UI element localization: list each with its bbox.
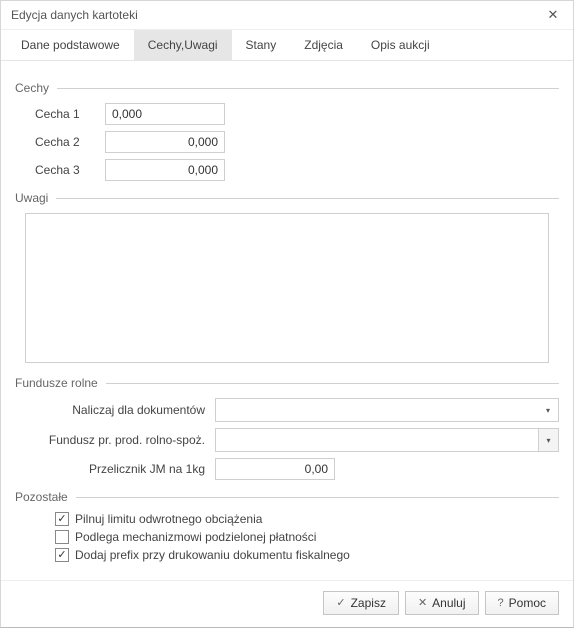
naliczaj-select-wrap: ▾ — [215, 398, 559, 422]
dialog-window: Edycja danych kartoteki ✕ Dane podstawow… — [0, 0, 574, 628]
check-row-1: ✓ Pilnuj limitu odwrotnego obciążenia — [15, 512, 559, 526]
tab-content: Cechy Cecha 1 Cecha 2 Cecha 3 — [1, 61, 573, 580]
fundusz-row: Fundusz pr. prod. rolno-spoż. ▾ — [15, 428, 559, 452]
divider — [76, 497, 559, 498]
divider — [57, 88, 559, 89]
fundusz-label: Fundusz pr. prod. rolno-spoż. — [15, 433, 215, 447]
naliczaj-label: Naliczaj dla dokumentów — [15, 403, 215, 417]
check-icon: ✓ — [336, 598, 345, 609]
check-row-3: ✓ Dodaj prefix przy drukowaniu dokumentu… — [15, 548, 559, 562]
fundusz-select[interactable] — [215, 428, 559, 452]
close-icon: ✕ — [418, 598, 427, 609]
divider — [56, 198, 559, 199]
checkbox-podlega-label: Podlega mechanizmowi podzielonej płatnoś… — [75, 530, 316, 544]
group-title-pozostale: Pozostałe — [15, 490, 68, 504]
help-icon: ? — [498, 598, 504, 609]
cecha-row-1: Cecha 1 — [35, 103, 559, 125]
tab-zdjecia[interactable]: Zdjęcia — [290, 30, 357, 60]
przelicznik-input[interactable] — [215, 458, 335, 480]
tab-dane-podstawowe[interactable]: Dane podstawowe — [7, 30, 134, 60]
tab-cechy-uwagi[interactable]: Cechy,Uwagi — [134, 30, 232, 60]
przelicznik-label: Przelicznik JM na 1kg — [15, 462, 215, 476]
checkbox-pilnuj[interactable]: ✓ — [55, 512, 69, 526]
group-cechy: Cechy Cecha 1 Cecha 2 Cecha 3 — [15, 81, 559, 181]
cecha2-input[interactable] — [105, 131, 225, 153]
uwagi-textarea[interactable] — [25, 213, 549, 363]
cecha2-label: Cecha 2 — [35, 135, 105, 149]
group-title-uwagi: Uwagi — [15, 191, 48, 205]
check-row-2: Podlega mechanizmowi podzielonej płatnoś… — [15, 530, 559, 544]
group-pozostale: Pozostałe ✓ Pilnuj limitu odwrotnego obc… — [15, 490, 559, 562]
naliczaj-row: Naliczaj dla dokumentów ▾ — [15, 398, 559, 422]
checkbox-podlega[interactable] — [55, 530, 69, 544]
tabstrip: Dane podstawowe Cechy,Uwagi Stany Zdjęci… — [1, 30, 573, 61]
tab-stany[interactable]: Stany — [232, 30, 291, 60]
fundusz-select-wrap: ▾ — [215, 428, 559, 452]
group-title-fundusze: Fundusze rolne — [15, 376, 98, 390]
checkbox-pilnuj-label: Pilnuj limitu odwrotnego obciążenia — [75, 512, 262, 526]
tab-opis-aukcji[interactable]: Opis aukcji — [357, 30, 444, 60]
group-header-uwagi: Uwagi — [15, 191, 559, 205]
cecha-row-2: Cecha 2 — [35, 131, 559, 153]
save-button-label: Zapisz — [351, 596, 386, 610]
button-bar: ✓ Zapisz ✕ Anuluj ? Pomoc — [1, 580, 573, 627]
cecha-row-3: Cecha 3 — [35, 159, 559, 181]
group-header-cechy: Cechy — [15, 81, 559, 95]
cancel-button[interactable]: ✕ Anuluj — [405, 591, 479, 615]
help-button-label: Pomoc — [509, 596, 546, 610]
checkbox-prefix-label: Dodaj prefix przy drukowaniu dokumentu f… — [75, 548, 350, 562]
divider — [106, 383, 559, 384]
window-title: Edycja danych kartoteki — [11, 8, 138, 22]
naliczaj-select[interactable] — [215, 398, 559, 422]
titlebar: Edycja danych kartoteki ✕ — [1, 1, 573, 30]
group-fundusze: Fundusze rolne Naliczaj dla dokumentów ▾… — [15, 376, 559, 480]
save-button[interactable]: ✓ Zapisz — [323, 591, 399, 615]
group-uwagi: Uwagi — [15, 191, 559, 366]
przelicznik-row: Przelicznik JM na 1kg — [15, 458, 559, 480]
cecha1-label: Cecha 1 — [35, 107, 105, 121]
group-header-pozostale: Pozostałe — [15, 490, 559, 504]
cecha1-input[interactable] — [105, 103, 225, 125]
group-header-fundusze: Fundusze rolne — [15, 376, 559, 390]
cecha3-input[interactable] — [105, 159, 225, 181]
cancel-button-label: Anuluj — [432, 596, 465, 610]
checkbox-prefix[interactable]: ✓ — [55, 548, 69, 562]
group-title-cechy: Cechy — [15, 81, 49, 95]
cecha3-label: Cecha 3 — [35, 163, 105, 177]
close-icon[interactable]: ✕ — [541, 7, 565, 23]
help-button[interactable]: ? Pomoc — [485, 591, 559, 615]
